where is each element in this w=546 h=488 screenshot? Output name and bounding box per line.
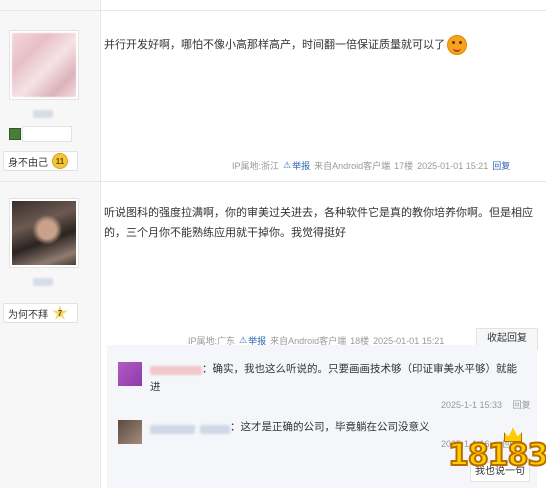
post-text-line: 的，三个月你不能熟练应用就干掉你。我觉得挺好 [104,227,346,239]
sub-reply-avatar[interactable] [118,362,142,386]
reply-link[interactable]: 回复 [492,159,510,172]
site-logo: 18183 [447,428,546,484]
sub-reply-time: 2025-1-1 15:33 [441,400,503,410]
floor-number: 17楼 [394,161,414,171]
badge-text: 为何不拜 [8,309,48,321]
badge-level: 7 [52,305,68,320]
username[interactable] [33,278,53,286]
ip-location: IP属地:浙江 [232,161,280,171]
sub-reply-text-cont: 进 [150,381,161,393]
sub-reply-link[interactable]: 回复 [513,400,531,410]
user-badge[interactable]: 身不由己 11 [3,151,78,171]
avatar[interactable] [9,198,79,268]
post-meta: IP属地:浙江 ⚠ 举报 来自Android客户端 17楼 2025-01-01… [232,159,510,172]
smile-emoji-icon [447,35,467,56]
report-link[interactable]: 举报 [292,159,310,172]
avatar[interactable] [9,30,79,100]
sub-reply-line: ：确实，我也这么听说的。只要画画技术够（印证审美水平够）就能 [202,363,517,375]
client-source: 来自Android客户端 [314,161,391,171]
badge-level: 11 [52,153,68,169]
warning-icon: ⚠ [283,160,292,170]
username[interactable] [33,110,53,118]
sub-reply-username[interactable] [150,366,202,375]
badge-text: 身不由己 [8,157,48,169]
level-icon [9,128,21,140]
post-content: 并行开发好啊，哪怕不像小高那样高产，时间翻一倍保证质量就可以了 [104,35,534,56]
sub-reply-text: ：确实，我也这么听说的。只要画画技术够（印证审美水平够）就能 [202,360,532,378]
post-time: 2025-01-01 15:21 [373,335,445,346]
user-title-field [22,126,72,142]
thread-page: 身不由己 11 并行开发好啊，哪怕不像小高那样高产，时间翻一倍保证质量就可以了 … [0,0,546,488]
sub-reply-avatar[interactable] [118,420,142,444]
post-text-line: 听说图科的强度拉满啊，你的审美过关进去，各种软件它是真的教你培养你啊。但是相应 [104,207,533,219]
sub-reply-username[interactable] [200,425,230,434]
post-content: 听说图科的强度拉满啊，你的审美过关进去，各种软件它是真的教你培养你啊。但是相应 … [104,203,534,243]
post-separator [0,10,546,11]
logo-text: 18183 [447,437,546,474]
post-text: 并行开发好啊，哪怕不像小高那样高产，时间翻一倍保证质量就可以了 [104,39,445,51]
sub-reply-meta: 2025-1-1 15:33 回复 [441,398,531,411]
sub-reply-username[interactable] [150,425,195,434]
post-time: 2025-01-01 15:21 [417,160,489,171]
user-badge[interactable]: 为何不拜 7 [3,303,78,323]
post-separator [0,181,546,182]
